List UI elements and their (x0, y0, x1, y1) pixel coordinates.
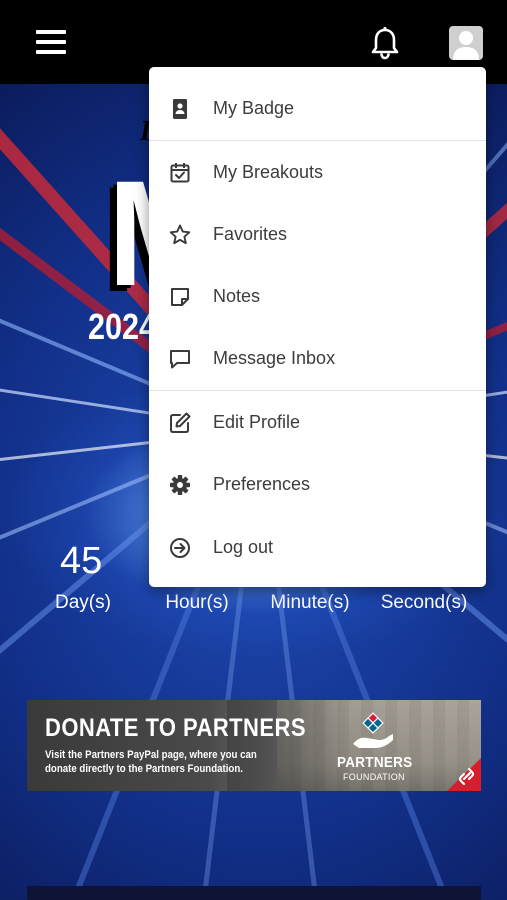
menu-item-label: My Badge (213, 98, 295, 118)
menu-item-notes[interactable]: Notes (149, 265, 486, 327)
banner-brand-sub: FOUNDATION (343, 772, 405, 782)
logo-year: 2024 (88, 306, 157, 347)
gear-icon (170, 475, 190, 495)
menu-item-label: Log out (213, 537, 274, 557)
menu-item-preferences[interactable]: Preferences (149, 453, 486, 515)
user-avatar-icon[interactable] (449, 26, 483, 60)
partners-emblem-icon (353, 712, 393, 748)
countdown-days-label: Day(s) (55, 592, 111, 613)
menu-item-my-badge[interactable]: My Badge (149, 77, 486, 139)
logout-icon (170, 538, 190, 558)
menu-item-log-out[interactable]: Log out (149, 516, 486, 578)
message-icon (170, 350, 190, 369)
menu-item-label: Message Inbox (213, 348, 336, 368)
user-dropdown-menu: My Badge My Breakouts Favorites Notes Me… (149, 67, 486, 587)
menu-item-my-breakouts[interactable]: My Breakouts (149, 141, 486, 203)
donate-banner[interactable]: DONATE TO PARTNERS Visit the Partners Pa… (27, 700, 481, 791)
badge-icon (173, 99, 187, 119)
banner-brand: PARTNERS (337, 754, 413, 771)
menu-item-label: My Breakouts (213, 162, 324, 182)
hamburger-icon[interactable] (36, 28, 66, 56)
menu-item-label: Edit Profile (213, 412, 301, 432)
banner-title: DONATE TO PARTNERS (45, 714, 306, 742)
menu-item-edit-profile[interactable]: Edit Profile (149, 391, 486, 453)
menu-item-favorites[interactable]: Favorites (149, 203, 486, 265)
bell-icon[interactable] (366, 24, 404, 62)
star-icon (169, 224, 191, 245)
calendar-check-icon (170, 163, 190, 183)
countdown-hours-label: Hour(s) (165, 592, 229, 613)
menu-item-label: Preferences (213, 474, 311, 494)
countdown-minutes-label: Minute(s) (270, 592, 350, 613)
menu-item-message-inbox[interactable]: Message Inbox (149, 327, 486, 389)
menu-item-label: Notes (213, 286, 261, 306)
next-card-edge (27, 886, 481, 900)
menu-item-label: Favorites (213, 224, 288, 244)
countdown-seconds-label: Second(s) (380, 592, 468, 613)
note-icon (171, 288, 189, 306)
link-icon[interactable] (447, 758, 481, 791)
edit-icon (170, 412, 191, 433)
banner-text: Visit the Partners PayPal page, where yo… (45, 749, 257, 775)
countdown-days-value: 45 (60, 540, 103, 582)
